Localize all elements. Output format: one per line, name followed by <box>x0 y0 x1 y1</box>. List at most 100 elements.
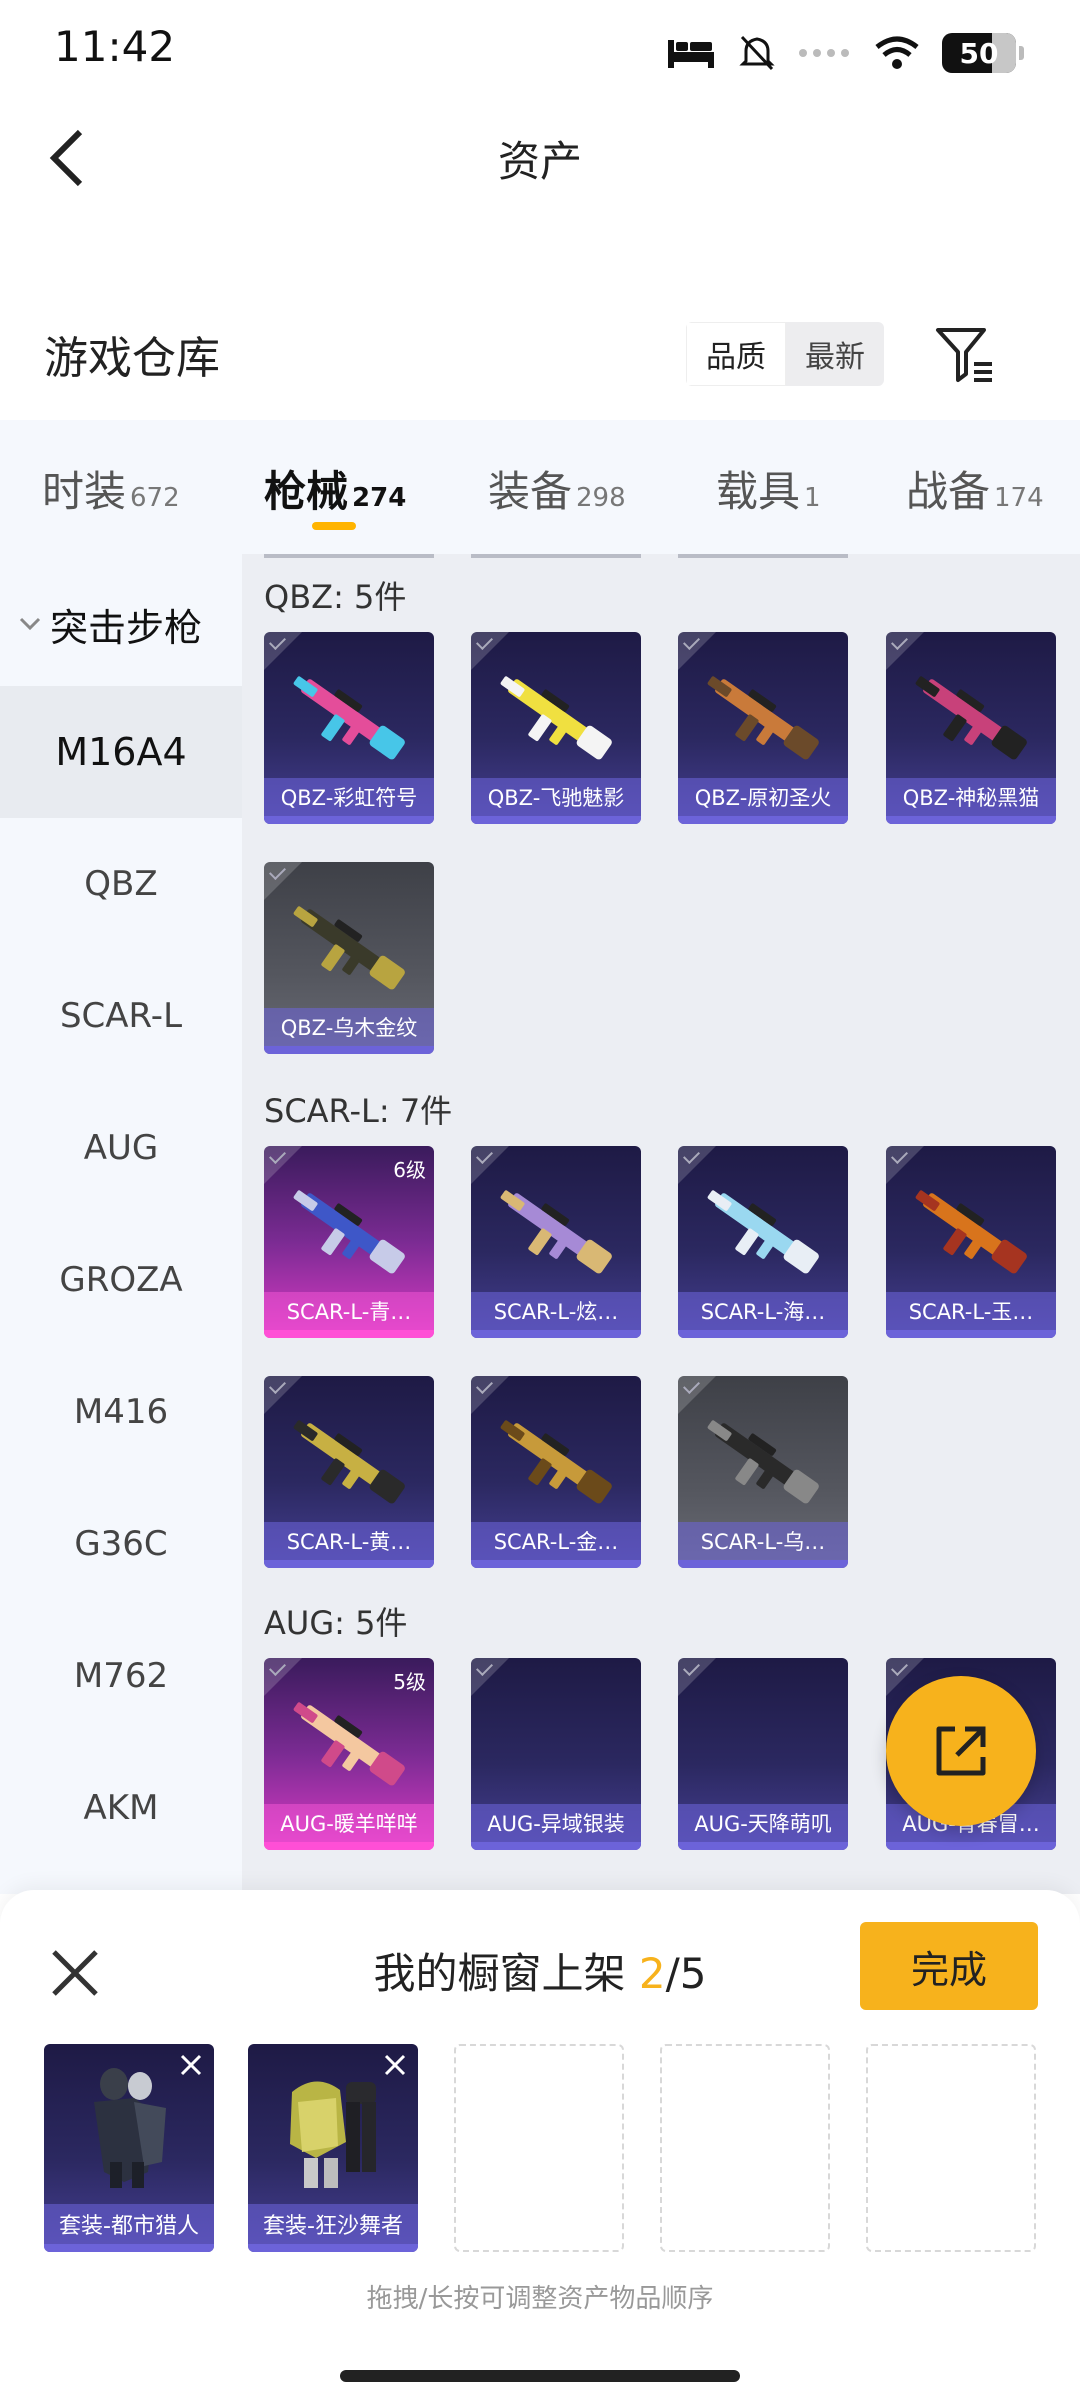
sidebar-item-m16a4[interactable]: M16A4 <box>0 686 242 818</box>
active-tab-indicator <box>312 522 356 530</box>
rarity-bar <box>471 1842 641 1850</box>
weapon-skin-card[interactable]: QBZ-原初圣火 <box>678 632 848 824</box>
rarity-bar <box>471 1330 641 1338</box>
showcase-current-count: 2 <box>638 1949 666 1998</box>
battery-icon: 50 <box>942 33 1024 73</box>
sidebar-item-qbz[interactable]: QBZ <box>0 818 242 950</box>
remove-item-icon[interactable] <box>176 2050 206 2080</box>
skin-name: QBZ-原初圣火 <box>678 778 848 816</box>
tab-count: 1 <box>804 483 821 513</box>
weapon-skin-card[interactable]: SCAR-L-炫… <box>471 1146 641 1338</box>
showcase-slot-3[interactable] <box>454 2044 624 2252</box>
sidebar-group-label: 突击步枪 <box>50 605 203 650</box>
weapon-skin-card[interactable]: 5级 AUG-暖羊咩咩 <box>264 1658 434 1850</box>
signal-dots-icon <box>799 49 849 57</box>
rifle-image <box>707 676 819 760</box>
tab-label: 枪械 <box>264 467 349 516</box>
rarity-bar <box>471 1560 641 1568</box>
weapon-skin-card[interactable]: QBZ-神秘黑猫 <box>886 632 1056 824</box>
rarity-bar <box>886 1330 1056 1338</box>
weapon-skin-card[interactable]: QBZ-飞驰魅影 <box>471 632 641 824</box>
tab-firearms[interactable]: 枪械 274 <box>264 458 406 519</box>
select-check-icon <box>678 1658 716 1696</box>
tab-label: 战备 <box>906 467 991 516</box>
remove-item-icon[interactable] <box>380 2050 410 2080</box>
rarity-bar <box>264 1842 434 1850</box>
skin-name: SCAR-L-黄… <box>264 1522 434 1560</box>
tab-count: 174 <box>994 483 1044 513</box>
sidebar-item-m762[interactable]: M762 <box>0 1610 242 1742</box>
showcase-slot-5[interactable] <box>866 2044 1036 2252</box>
sidebar-item-groza[interactable]: GROZA <box>0 1214 242 1346</box>
showcase-title-label: 我的橱窗上架 <box>373 1949 626 1998</box>
weapon-skin-card[interactable]: AUG-异域银装 <box>471 1658 641 1850</box>
sidebar-item-aug[interactable]: AUG <box>0 1082 242 1214</box>
skin-name: QBZ-飞驰魅影 <box>471 778 641 816</box>
weapon-skin-card[interactable]: AUG-天降萌叽 <box>678 1658 848 1850</box>
rifle-image <box>293 1420 405 1504</box>
scrolled-row-edge <box>264 554 1080 558</box>
weapon-skin-card[interactable]: QBZ-乌木金纹 <box>264 862 434 1054</box>
rifle-image <box>707 1190 819 1274</box>
home-indicator[interactable] <box>340 2370 740 2382</box>
skin-name: SCAR-L-金… <box>471 1522 641 1560</box>
page-title: 资产 <box>497 137 582 186</box>
rifle-image <box>293 676 405 760</box>
skin-name: QBZ-乌木金纹 <box>264 1008 434 1046</box>
sort-newest-button[interactable]: 最新 <box>786 322 884 386</box>
tab-equipment[interactable]: 装备 298 <box>488 458 626 519</box>
weapon-skin-card[interactable]: SCAR-L-金… <box>471 1376 641 1568</box>
rarity-bar <box>264 1560 434 1568</box>
section-title: 游戏仓库 <box>44 333 220 384</box>
showcase-total-count: /5 <box>665 1949 707 1998</box>
outfit-image <box>290 2081 376 2188</box>
weapon-skin-card[interactable]: SCAR-L-海… <box>678 1146 848 1338</box>
tab-count: 298 <box>576 483 626 513</box>
filter-button[interactable] <box>930 318 1000 388</box>
status-icons: 50 <box>666 28 1024 78</box>
rarity-bar <box>44 2244 214 2252</box>
sidebar-item-g36c[interactable]: G36C <box>0 1478 242 1610</box>
sidebar-group-assault-rifle[interactable]: 突击步枪 <box>0 574 242 674</box>
share-button[interactable] <box>886 1676 1036 1826</box>
showcase-slot-1[interactable]: 套装-都市猎人 <box>44 2044 214 2252</box>
skin-name: AUG-暖羊咩咩 <box>264 1804 434 1842</box>
group-header: SCAR-L: 7件 <box>264 1092 453 1130</box>
tab-fashion[interactable]: 时装 672 <box>42 458 180 519</box>
group-header: QBZ: 5件 <box>264 578 407 616</box>
tab-supplies[interactable]: 战备 174 <box>906 458 1044 519</box>
sidebar-item-m416[interactable]: M416 <box>0 1346 242 1478</box>
share-icon <box>936 1726 986 1776</box>
skin-name: AUG-异域银装 <box>471 1804 641 1842</box>
sort-toggle: 品质 最新 <box>686 322 884 386</box>
tab-label: 时装 <box>42 467 127 516</box>
rarity-bar <box>264 1330 434 1338</box>
weapon-skin-card[interactable]: QBZ-彩虹符号 <box>264 632 434 824</box>
rifle-image <box>915 676 1027 760</box>
sidebar-item-akm[interactable]: AKM <box>0 1742 242 1874</box>
weapon-skin-card[interactable]: 6级 SCAR-L-青… <box>264 1146 434 1338</box>
skin-name: SCAR-L-海… <box>678 1292 848 1330</box>
weapon-skin-card[interactable]: SCAR-L-乌… <box>678 1376 848 1568</box>
card-edge <box>678 554 848 558</box>
showcase-slot-4[interactable] <box>660 2044 830 2252</box>
rifle-image <box>293 1190 405 1274</box>
group-header: AUG: 5件 <box>264 1604 408 1642</box>
showcase-slot-2[interactable]: 套装-狂沙舞者 <box>248 2044 418 2252</box>
rarity-bar <box>264 816 434 824</box>
skin-name: AUG-天降萌叽 <box>678 1804 848 1842</box>
skin-name: SCAR-L-乌… <box>678 1522 848 1560</box>
weapon-skin-card[interactable]: SCAR-L-黄… <box>264 1376 434 1568</box>
sort-quality-button[interactable]: 品质 <box>686 322 786 386</box>
weapon-skin-card[interactable]: SCAR-L-玉… <box>886 1146 1056 1338</box>
sidebar-item-scar-l[interactable]: SCAR-L <box>0 950 242 1082</box>
rarity-bar <box>678 1560 848 1568</box>
skin-name: SCAR-L-玉… <box>886 1292 1056 1330</box>
wifi-icon <box>875 36 919 69</box>
tab-vehicles[interactable]: 载具 1 <box>716 458 821 519</box>
chevron-down-icon <box>19 617 41 631</box>
done-button[interactable]: 完成 <box>860 1922 1038 2010</box>
battery-level: 50 <box>959 36 999 70</box>
weapon-type-sidebar: 突击步枪 M16A4 QBZ SCAR-L AUG GROZA M416 G36… <box>0 554 242 1894</box>
showcase-item-name: 套装-狂沙舞者 <box>248 2204 418 2244</box>
